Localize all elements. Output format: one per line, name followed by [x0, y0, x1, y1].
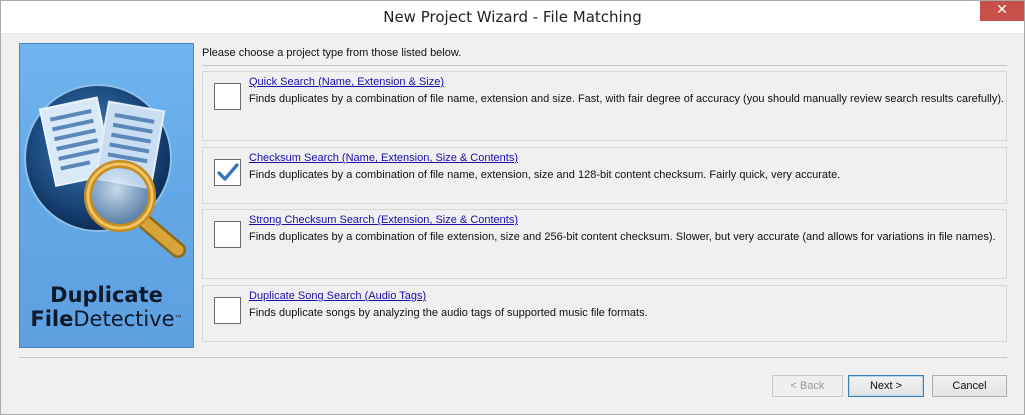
option-checksum-search[interactable]: Checksum Search (Name, Extension, Size &…: [202, 147, 1007, 204]
option-description: Finds duplicates by a combination of fil…: [249, 231, 996, 243]
option-checkbox[interactable]: [214, 221, 241, 248]
option-song-search[interactable]: Duplicate Song Search (Audio Tags) Finds…: [202, 285, 1007, 342]
option-checkbox[interactable]: [214, 83, 241, 110]
option-title-link[interactable]: Strong Checksum Search (Extension, Size …: [249, 214, 518, 226]
window-title: New Project Wizard - File Matching: [383, 8, 642, 26]
option-title-link[interactable]: Duplicate Song Search (Audio Tags): [249, 290, 426, 302]
title-bar: New Project Wizard - File Matching ✕: [1, 1, 1024, 34]
magnifier-documents-icon: [24, 84, 186, 258]
close-icon: ✕: [996, 2, 1008, 18]
option-title-link[interactable]: Checksum Search (Name, Extension, Size &…: [249, 152, 518, 164]
cancel-button[interactable]: Cancel: [932, 375, 1007, 397]
brand-word-file: File: [30, 307, 74, 331]
option-checkbox[interactable]: [214, 297, 241, 324]
brand-word-detective: Detective: [73, 307, 175, 331]
back-button[interactable]: < Back: [772, 375, 843, 397]
close-button[interactable]: ✕: [980, 1, 1024, 21]
option-quick-search[interactable]: Quick Search (Name, Extension & Size) Fi…: [202, 71, 1007, 141]
brand-logotype: Duplicate FileDetective™: [20, 283, 193, 331]
option-description: Finds duplicates by a combination of fil…: [249, 169, 841, 181]
option-strong-checksum-search[interactable]: Strong Checksum Search (Extension, Size …: [202, 209, 1007, 279]
product-banner: Duplicate FileDetective™: [19, 43, 194, 348]
divider: [202, 65, 1007, 66]
trademark-symbol: ™: [174, 314, 183, 323]
wizard-window: New Project Wizard - File Matching ✕ Dup…: [0, 0, 1025, 415]
divider: [19, 357, 1007, 358]
brand-line-2: FileDetective™: [20, 307, 193, 331]
brand-line-1: Duplicate: [50, 283, 163, 307]
option-checkbox[interactable]: [214, 159, 241, 186]
next-button[interactable]: Next >: [848, 375, 924, 397]
option-description: Finds duplicate songs by analyzing the a…: [249, 307, 648, 319]
instruction-text: Please choose a project type from those …: [202, 47, 462, 59]
wizard-body: Duplicate FileDetective™ Please choose a…: [1, 34, 1024, 414]
checkmark-icon: [217, 163, 239, 181]
option-description: Finds duplicates by a combination of fil…: [249, 93, 1005, 105]
option-title-link[interactable]: Quick Search (Name, Extension & Size): [249, 76, 444, 88]
